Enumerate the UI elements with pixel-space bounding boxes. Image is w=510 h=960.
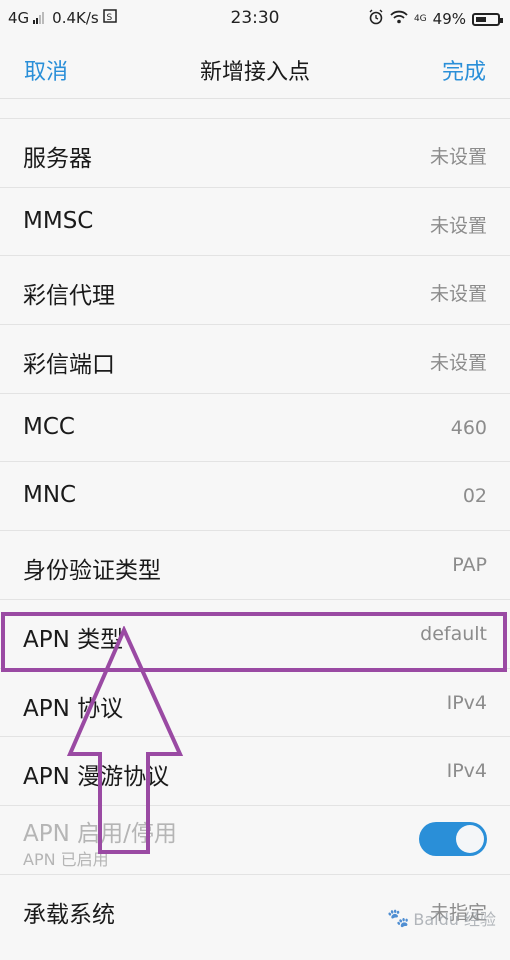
battery-percent: 49% xyxy=(432,10,466,28)
network-type-right: 4G xyxy=(413,13,427,24)
done-button[interactable]: 完成 xyxy=(442,54,486,86)
row-mnc[interactable]: MNC 02 xyxy=(0,461,510,530)
row-value: 460 xyxy=(450,416,487,439)
row-label: MMSC xyxy=(23,207,94,234)
nav-bar: 取消 新增接入点 完成 xyxy=(0,36,510,99)
apn-enable-toggle[interactable] xyxy=(419,821,487,856)
row-value: 未设置 xyxy=(429,214,487,237)
row-value: 02 xyxy=(462,485,487,508)
row-value: IPv4 xyxy=(446,760,487,783)
row-mcc[interactable]: MCC 460 xyxy=(0,392,510,462)
row-value: PAP xyxy=(452,554,487,577)
battery-icon xyxy=(472,12,503,26)
row-value: IPv4 xyxy=(446,691,487,714)
wifi-icon xyxy=(390,10,408,28)
row-mms-proxy[interactable]: 彩信代理 未设置 xyxy=(0,255,510,324)
row-mmsc[interactable]: MMSC 未设置 xyxy=(0,186,510,256)
row-value: 未设置 xyxy=(429,283,487,306)
row-label: 承载系统 xyxy=(23,901,115,928)
row-label: 彩信端口 xyxy=(23,352,115,379)
watermark-text: Baidu 经验 xyxy=(413,910,496,929)
status-right: 4G 49% xyxy=(368,9,503,29)
row-server[interactable]: 服务器 未设置 xyxy=(0,118,510,187)
paw-logo-icon: 🐾 xyxy=(386,907,410,929)
row-label: MNC xyxy=(23,482,77,509)
row-value: 未设置 xyxy=(429,146,487,168)
watermark: 🐾 Baidu 经验 xyxy=(387,906,496,930)
row-auth-type[interactable]: 身份验证类型 PAP xyxy=(0,530,510,599)
row-label: 身份验证类型 xyxy=(23,558,161,585)
row-label: 服务器 xyxy=(23,146,92,172)
row-label: 彩信代理 xyxy=(23,283,115,310)
row-label: MCC xyxy=(23,413,75,440)
annotation-arrow-icon xyxy=(66,626,184,854)
page-title: 新增接入点 xyxy=(199,60,310,85)
alarm-icon xyxy=(368,9,384,29)
row-mms-port[interactable]: 彩信端口 未设置 xyxy=(0,324,510,393)
status-bar: 4G 0.4K/s S 23:30 4G 49% xyxy=(0,0,510,36)
toggle-knob xyxy=(456,824,484,853)
row-value: 未设置 xyxy=(429,352,487,375)
